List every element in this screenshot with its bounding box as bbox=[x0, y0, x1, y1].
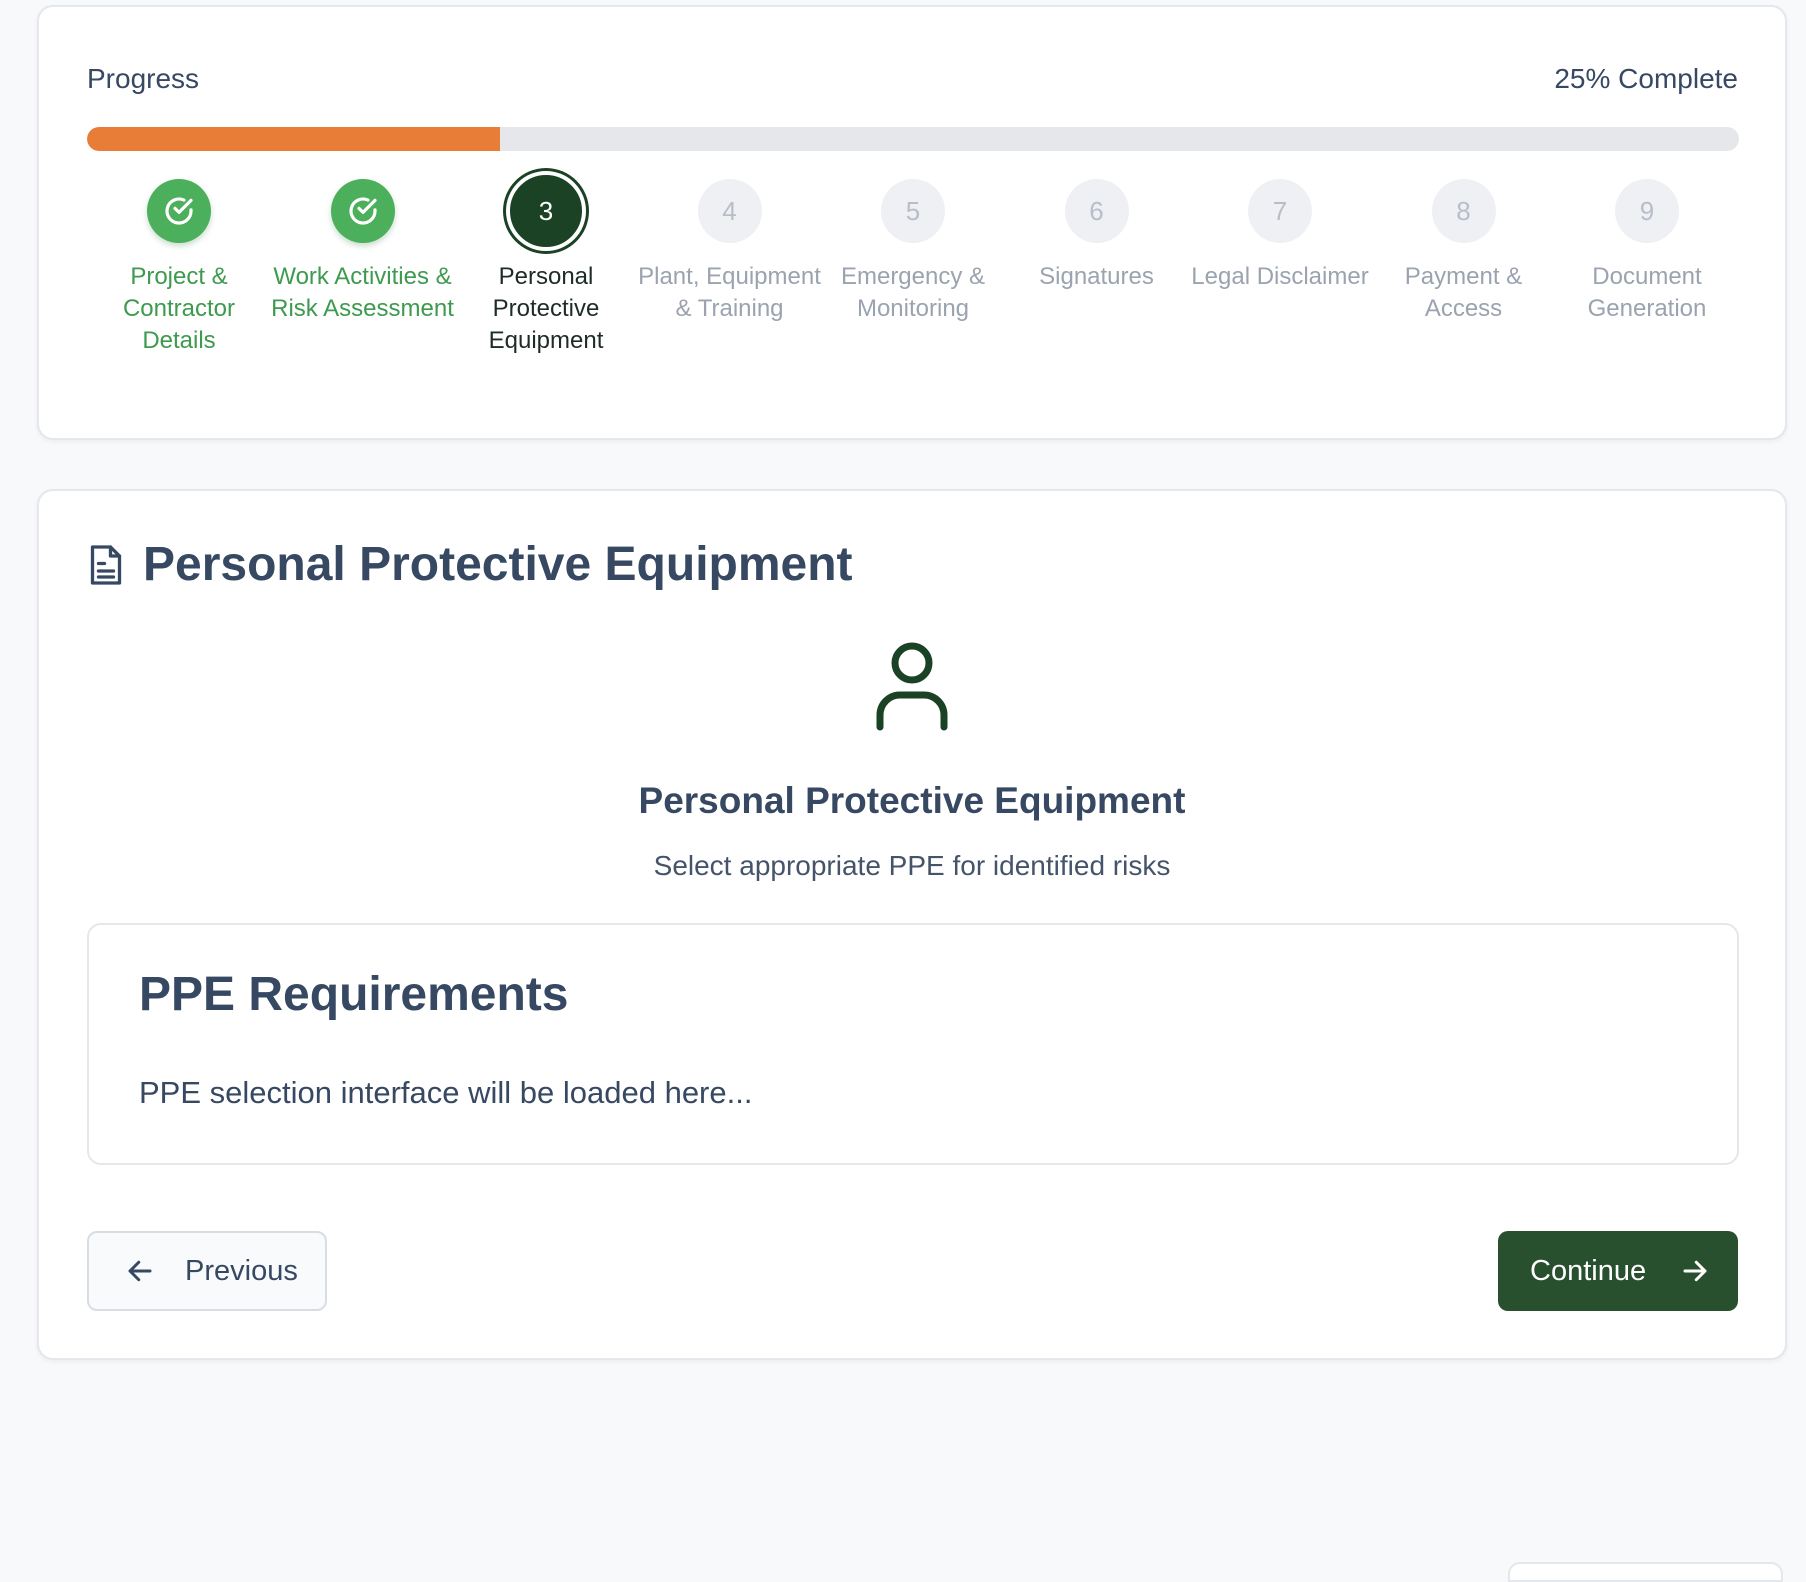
section-title: Personal Protective Equipment bbox=[143, 538, 853, 591]
arrow-left-icon bbox=[128, 1260, 152, 1282]
progress-title: Progress bbox=[87, 63, 200, 94]
step-label: Document Generation bbox=[1587, 263, 1707, 322]
ppe-requirements-card: PPE Requirements PPE selection interface… bbox=[87, 923, 1739, 1165]
ppe-requirements-title: PPE Requirements bbox=[139, 968, 569, 1021]
section-header: Personal Protective Equipment bbox=[87, 537, 853, 592]
step-label: Signatures bbox=[1039, 263, 1154, 290]
document-icon bbox=[90, 544, 122, 585]
check-circle-icon bbox=[165, 197, 193, 225]
step-indicator: 7 bbox=[1248, 179, 1312, 243]
step-5[interactable]: 5 Emergency & Monitoring bbox=[821, 179, 1005, 325]
step-indicator: 6 bbox=[1064, 179, 1129, 243]
step-8[interactable]: 8 Payment & Access bbox=[1372, 179, 1556, 325]
hero-subtitle: Select appropriate PPE for identified ri… bbox=[653, 850, 1171, 881]
previous-button[interactable]: Previous bbox=[87, 1231, 327, 1311]
check-circle-icon bbox=[348, 197, 377, 225]
arrow-right-icon bbox=[1683, 1260, 1707, 1282]
user-icon bbox=[876, 642, 948, 731]
step-label: Work Activities & Risk Assessment bbox=[271, 263, 454, 322]
step-indicator: 9 bbox=[1615, 179, 1679, 243]
step-label: Payment & Access bbox=[1404, 263, 1523, 322]
step-label: Emergency & Monitoring bbox=[840, 263, 986, 322]
step-indicator bbox=[147, 179, 211, 243]
progress-percent: 25% Complete bbox=[1554, 63, 1738, 94]
previous-label: Previous bbox=[185, 1254, 298, 1287]
step-6[interactable]: 6 Signatures bbox=[1005, 179, 1189, 293]
step-3[interactable]: 3 Personal Protective Equipment bbox=[454, 171, 638, 357]
progress-bar bbox=[87, 127, 1739, 151]
floating-panel-edge bbox=[1508, 1562, 1783, 1582]
stepper: Project & Contractor Details Work Activit… bbox=[87, 171, 1739, 419]
step-7[interactable]: 7 Legal Disclaimer bbox=[1188, 179, 1372, 293]
step-label: Personal Protective Equipment bbox=[488, 263, 604, 354]
step-label: Legal Disclaimer bbox=[1191, 263, 1369, 290]
main-card: Personal Protective Equipment Personal P… bbox=[37, 489, 1787, 1360]
hero-title: Personal Protective Equipment bbox=[638, 780, 1186, 821]
step-9[interactable]: 9 Document Generation bbox=[1555, 179, 1739, 325]
step-indicator: 8 bbox=[1431, 179, 1496, 243]
step-label: Plant, Equipment & Training bbox=[638, 263, 821, 322]
step-1[interactable]: Project & Contractor Details bbox=[87, 179, 271, 357]
step-label: Project & Contractor Details bbox=[122, 263, 236, 354]
continue-button[interactable]: Continue bbox=[1498, 1231, 1738, 1311]
step-2[interactable]: Work Activities & Risk Assessment bbox=[271, 179, 455, 325]
step-indicator: 4 bbox=[697, 179, 762, 243]
continue-label: Continue bbox=[1530, 1254, 1647, 1287]
section-hero: Personal Protective Equipment Select app… bbox=[39, 641, 1785, 882]
progress-bar-fill bbox=[87, 127, 500, 151]
progress-card: Progress 25% Complete Project & Contract… bbox=[37, 5, 1787, 440]
step-indicator bbox=[330, 179, 395, 243]
ppe-requirements-text: PPE selection interface will be loaded h… bbox=[139, 1075, 753, 1110]
step-4[interactable]: 4 Plant, Equipment & Training bbox=[638, 179, 822, 325]
step-indicator: 5 bbox=[881, 179, 945, 243]
step-indicator: 3 bbox=[506, 171, 586, 251]
